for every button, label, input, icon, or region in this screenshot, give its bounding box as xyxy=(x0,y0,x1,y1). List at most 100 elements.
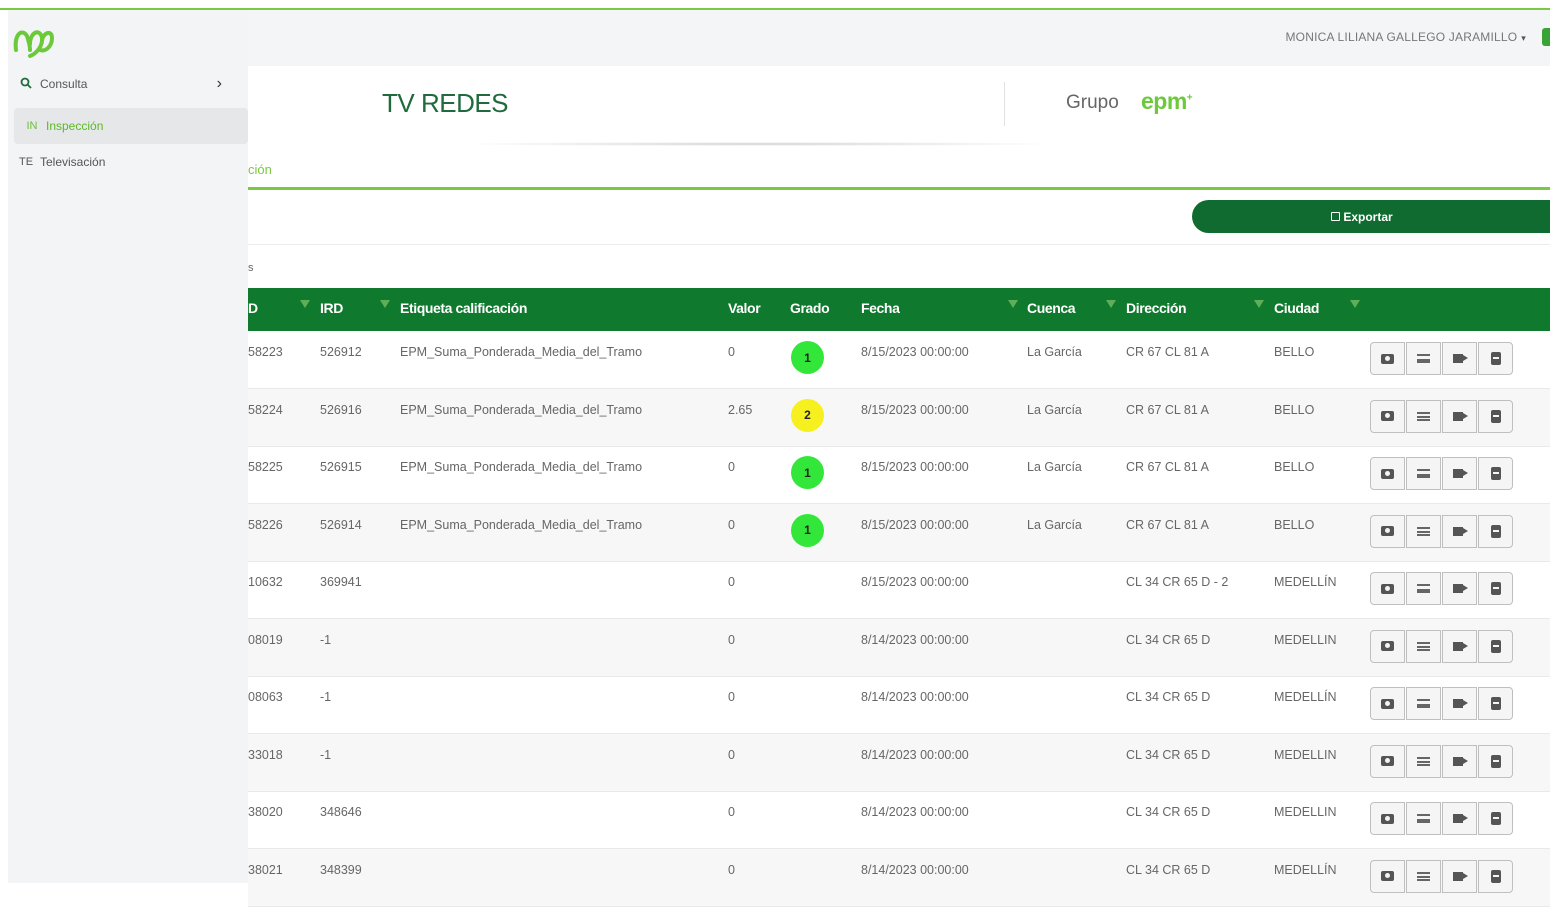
cell-cuenca: La García xyxy=(1027,460,1082,474)
table-row[interactable]: 10632 369941 0 8/15/2023 00:00:00 CL 34 CR 6… xyxy=(248,561,1550,619)
video-button[interactable] xyxy=(1442,514,1477,548)
list-button[interactable] xyxy=(1406,457,1441,490)
column-header-cuenca[interactable]: Cuenca xyxy=(1027,300,1076,316)
camera-icon xyxy=(1381,526,1394,536)
sidebar-item-inspeccion[interactable]: IN Inspección xyxy=(14,108,248,144)
table-row[interactable]: 38021 348399 0 8/14/2023 00:00:00 CL 34 CR 6… xyxy=(248,848,1550,907)
list-button[interactable] xyxy=(1406,744,1441,778)
camera-button[interactable] xyxy=(1370,514,1405,548)
video-button[interactable] xyxy=(1442,859,1477,893)
column-header-ird[interactable]: IRD xyxy=(320,300,343,316)
table-row[interactable]: 58226 526914 EPM_Suma_Ponderada_Media_del_… xyxy=(248,503,1550,562)
video-icon xyxy=(1452,871,1468,881)
camera-button[interactable] xyxy=(1370,687,1405,720)
column-header-valor[interactable]: Valor xyxy=(728,300,761,316)
filter-icon[interactable] xyxy=(380,300,390,308)
video-button[interactable] xyxy=(1442,457,1477,490)
sidebar-item-code: TE xyxy=(18,156,34,168)
row-actions xyxy=(1370,859,1514,893)
document-button[interactable] xyxy=(1478,744,1513,778)
list-icon xyxy=(1417,411,1430,421)
video-button[interactable] xyxy=(1442,342,1477,375)
list-button[interactable] xyxy=(1406,514,1441,548)
video-button[interactable] xyxy=(1442,687,1477,720)
document-button[interactable] xyxy=(1478,399,1513,433)
filter-icon[interactable] xyxy=(1008,300,1018,308)
cell-id: 58224 xyxy=(248,402,283,417)
caret-down-icon: ▾ xyxy=(1521,33,1526,43)
epm-logo: epm+ xyxy=(1141,88,1193,114)
camera-button[interactable] xyxy=(1370,399,1405,433)
sidebar-item-consulta[interactable]: Consulta › xyxy=(8,66,248,102)
video-button[interactable] xyxy=(1442,802,1477,835)
table-row[interactable]: 38020 348646 0 8/14/2023 00:00:00 CL 34 CR 6… xyxy=(248,791,1550,849)
column-header-ciudad[interactable]: Ciudad xyxy=(1274,300,1319,316)
document-button[interactable] xyxy=(1478,342,1513,375)
cell-direccion: CR 67 CL 81 A xyxy=(1126,517,1209,532)
camera-button[interactable] xyxy=(1370,744,1405,778)
document-button[interactable] xyxy=(1478,629,1513,663)
video-button[interactable] xyxy=(1442,629,1477,663)
row-actions xyxy=(1370,629,1514,663)
table-row[interactable]: 08019 -1 0 8/14/2023 00:00:00 CL 34 CR 65 D M… xyxy=(248,618,1550,677)
camera-button[interactable] xyxy=(1370,629,1405,663)
document-button[interactable] xyxy=(1478,802,1513,835)
camera-button[interactable] xyxy=(1370,342,1405,375)
mm-logo-icon[interactable] xyxy=(10,20,58,60)
table-row[interactable]: 33018 -1 0 8/14/2023 00:00:00 CL 34 CR 65 D M… xyxy=(248,733,1550,792)
filter-icon[interactable] xyxy=(300,300,310,308)
list-button[interactable] xyxy=(1406,629,1441,663)
filter-icon[interactable] xyxy=(1106,300,1116,308)
document-button[interactable] xyxy=(1478,859,1513,893)
list-button[interactable] xyxy=(1406,859,1441,893)
list-button[interactable] xyxy=(1406,399,1441,433)
camera-icon xyxy=(1381,411,1394,421)
document-button[interactable] xyxy=(1478,572,1513,605)
table-row[interactable]: 58224 526916 EPM_Suma_Ponderada_Media_del_… xyxy=(248,388,1550,447)
video-button[interactable] xyxy=(1442,744,1477,778)
breadcrumb[interactable]: ción xyxy=(248,162,272,177)
column-header-direccion[interactable]: Dirección xyxy=(1126,300,1187,316)
list-button[interactable] xyxy=(1406,342,1441,375)
table-row[interactable]: 58223 526912 EPM_Suma_Ponderada_Media_del_… xyxy=(248,331,1550,389)
export-button[interactable]: Exportar xyxy=(1192,200,1550,233)
cell-direccion: CL 34 CR 65 D xyxy=(1126,747,1211,762)
camera-button[interactable] xyxy=(1370,802,1405,835)
cell-fecha: 8/15/2023 00:00:00 xyxy=(861,460,969,474)
user-menu[interactable]: MONICA LILIANA GALLEGO JARAMILLO ▾ xyxy=(1285,30,1526,44)
camera-button[interactable] xyxy=(1370,572,1405,605)
filter-icon[interactable] xyxy=(1350,300,1360,308)
list-button[interactable] xyxy=(1406,802,1441,835)
document-icon xyxy=(1490,754,1501,768)
user-icon[interactable] xyxy=(1542,28,1550,46)
user-name: MONICA LILIANA GALLEGO JARAMILLO xyxy=(1285,30,1518,44)
camera-button[interactable] xyxy=(1370,457,1405,490)
list-button[interactable] xyxy=(1406,572,1441,605)
table-row[interactable]: 08063 -1 0 8/14/2023 00:00:00 CL 34 CR 65 D M… xyxy=(248,676,1550,734)
row-actions xyxy=(1370,687,1514,720)
export-label: Exportar xyxy=(1343,209,1393,224)
document-button[interactable] xyxy=(1478,457,1513,490)
column-header-grado[interactable]: Grado xyxy=(790,300,830,316)
column-header-id[interactable]: D xyxy=(248,300,258,316)
video-button[interactable] xyxy=(1442,399,1477,433)
sidebar-item-televisacion[interactable]: TE Televisación xyxy=(8,144,248,180)
table-row[interactable]: 58225 526915 EPM_Suma_Ponderada_Media_del_… xyxy=(248,446,1550,504)
camera-button[interactable] xyxy=(1370,859,1405,893)
document-button[interactable] xyxy=(1478,687,1513,720)
sidebar-item-code: IN xyxy=(26,120,38,132)
filter-icon[interactable] xyxy=(1254,300,1264,308)
cell-id: 38020 xyxy=(248,805,283,819)
sidebar: Consulta › IN Inspección TE Televisación xyxy=(8,10,248,883)
column-header-fecha[interactable]: Fecha xyxy=(861,300,900,316)
save-icon xyxy=(1331,212,1341,221)
grade-badge: 1 xyxy=(791,456,824,489)
cell-ciudad: MEDELLIN xyxy=(1274,805,1337,819)
video-button[interactable] xyxy=(1442,572,1477,605)
page-title: TV REDES xyxy=(382,88,509,118)
cell-etiqueta: EPM_Suma_Ponderada_Media_del_Tramo xyxy=(400,460,643,474)
column-header-etiqueta[interactable]: Etiqueta calificación xyxy=(400,300,527,316)
list-button[interactable] xyxy=(1406,687,1441,720)
document-icon xyxy=(1490,697,1501,710)
document-button[interactable] xyxy=(1478,514,1513,548)
